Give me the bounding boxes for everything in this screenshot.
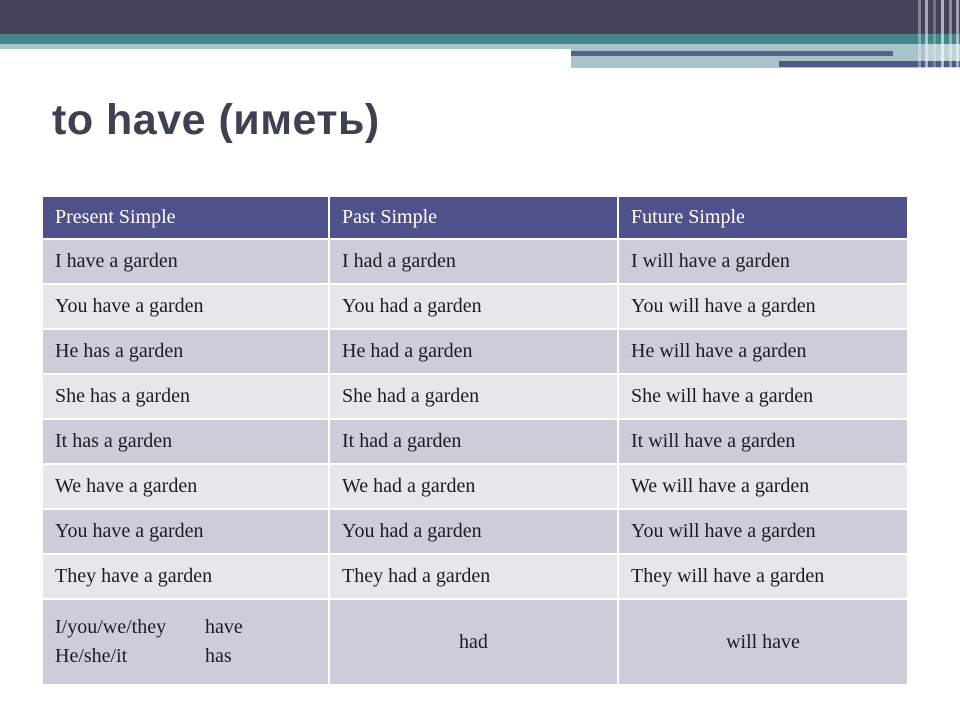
summary-verb-have: have bbox=[205, 616, 243, 638]
table-row: She has a garden She had a garden She wi… bbox=[43, 375, 907, 418]
cell-present: I have a garden bbox=[43, 240, 328, 283]
table-row: We have a garden We had a garden We will… bbox=[43, 465, 907, 508]
summary-line-plural: I/you/we/they have bbox=[55, 613, 243, 642]
cell-present: We have a garden bbox=[43, 465, 328, 508]
cell-future: We will have a garden bbox=[619, 465, 907, 508]
cell-future: You will have a garden bbox=[619, 285, 907, 328]
table-row: They have a garden They had a garden The… bbox=[43, 555, 907, 598]
conjugation-table: Present Simple Past Simple Future Simple… bbox=[41, 195, 909, 686]
summary-subject-third-person: He/she/it bbox=[55, 645, 128, 667]
cell-past: We had a garden bbox=[330, 465, 617, 508]
summary-cell-past: had bbox=[330, 600, 617, 684]
header-band-navy bbox=[0, 0, 960, 34]
column-header-present-simple: Present Simple bbox=[43, 197, 328, 238]
cell-past: She had a garden bbox=[330, 375, 617, 418]
table-row: He has a garden He had a garden He will … bbox=[43, 330, 907, 373]
cell-future: He will have a garden bbox=[619, 330, 907, 373]
table-header-row: Present Simple Past Simple Future Simple bbox=[43, 197, 907, 238]
summary-cell-present: I/you/we/they have He/she/it has bbox=[43, 600, 328, 684]
summary-cell-future: will have bbox=[619, 600, 907, 684]
column-header-past-simple: Past Simple bbox=[330, 197, 617, 238]
cell-future: I will have a garden bbox=[619, 240, 907, 283]
cell-present: They have a garden bbox=[43, 555, 328, 598]
header-vertical-stripe-3 bbox=[933, 0, 936, 68]
header-vertical-stripe-2 bbox=[925, 0, 928, 68]
cell-future: It will have a garden bbox=[619, 420, 907, 463]
cell-past: He had a garden bbox=[330, 330, 617, 373]
cell-past: I had a garden bbox=[330, 240, 617, 283]
cell-present: You have a garden bbox=[43, 285, 328, 328]
cell-future: She will have a garden bbox=[619, 375, 907, 418]
cell-past: It had a garden bbox=[330, 420, 617, 463]
header-vertical-stripe-4 bbox=[941, 0, 944, 68]
header-vertical-stripe-6 bbox=[956, 0, 959, 68]
header-vertical-stripe-1 bbox=[918, 0, 921, 68]
cell-past: You had a garden bbox=[330, 510, 617, 553]
header-accent-line-upper bbox=[571, 51, 893, 56]
column-header-future-simple: Future Simple bbox=[619, 197, 907, 238]
cell-past: You had a garden bbox=[330, 285, 617, 328]
cell-past: They had a garden bbox=[330, 555, 617, 598]
header-vertical-stripe-5 bbox=[949, 0, 952, 68]
header-band-teal bbox=[0, 34, 960, 44]
table-row: I have a garden I had a garden I will ha… bbox=[43, 240, 907, 283]
cell-present: He has a garden bbox=[43, 330, 328, 373]
slide-header-decoration bbox=[0, 0, 960, 80]
cell-future: They will have a garden bbox=[619, 555, 907, 598]
table-summary-row: I/you/we/they have He/she/it has had will … bbox=[43, 600, 907, 684]
page-title: to have (иметь) bbox=[52, 96, 380, 144]
cell-present: You have a garden bbox=[43, 510, 328, 553]
summary-subject-plural: I/you/we/they bbox=[55, 616, 167, 638]
summary-line-third-person: He/she/it has bbox=[55, 642, 243, 671]
cell-future: You will have a garden bbox=[619, 510, 907, 553]
table-row: You have a garden You had a garden You w… bbox=[43, 285, 907, 328]
cell-present: She has a garden bbox=[43, 375, 328, 418]
summary-verb-has: has bbox=[205, 645, 232, 667]
cell-present: It has a garden bbox=[43, 420, 328, 463]
table-row: You have a garden You had a garden You w… bbox=[43, 510, 907, 553]
summary-pronoun-grid: I/you/we/they have He/she/it has bbox=[55, 613, 243, 671]
table-row: It has a garden It had a garden It will … bbox=[43, 420, 907, 463]
